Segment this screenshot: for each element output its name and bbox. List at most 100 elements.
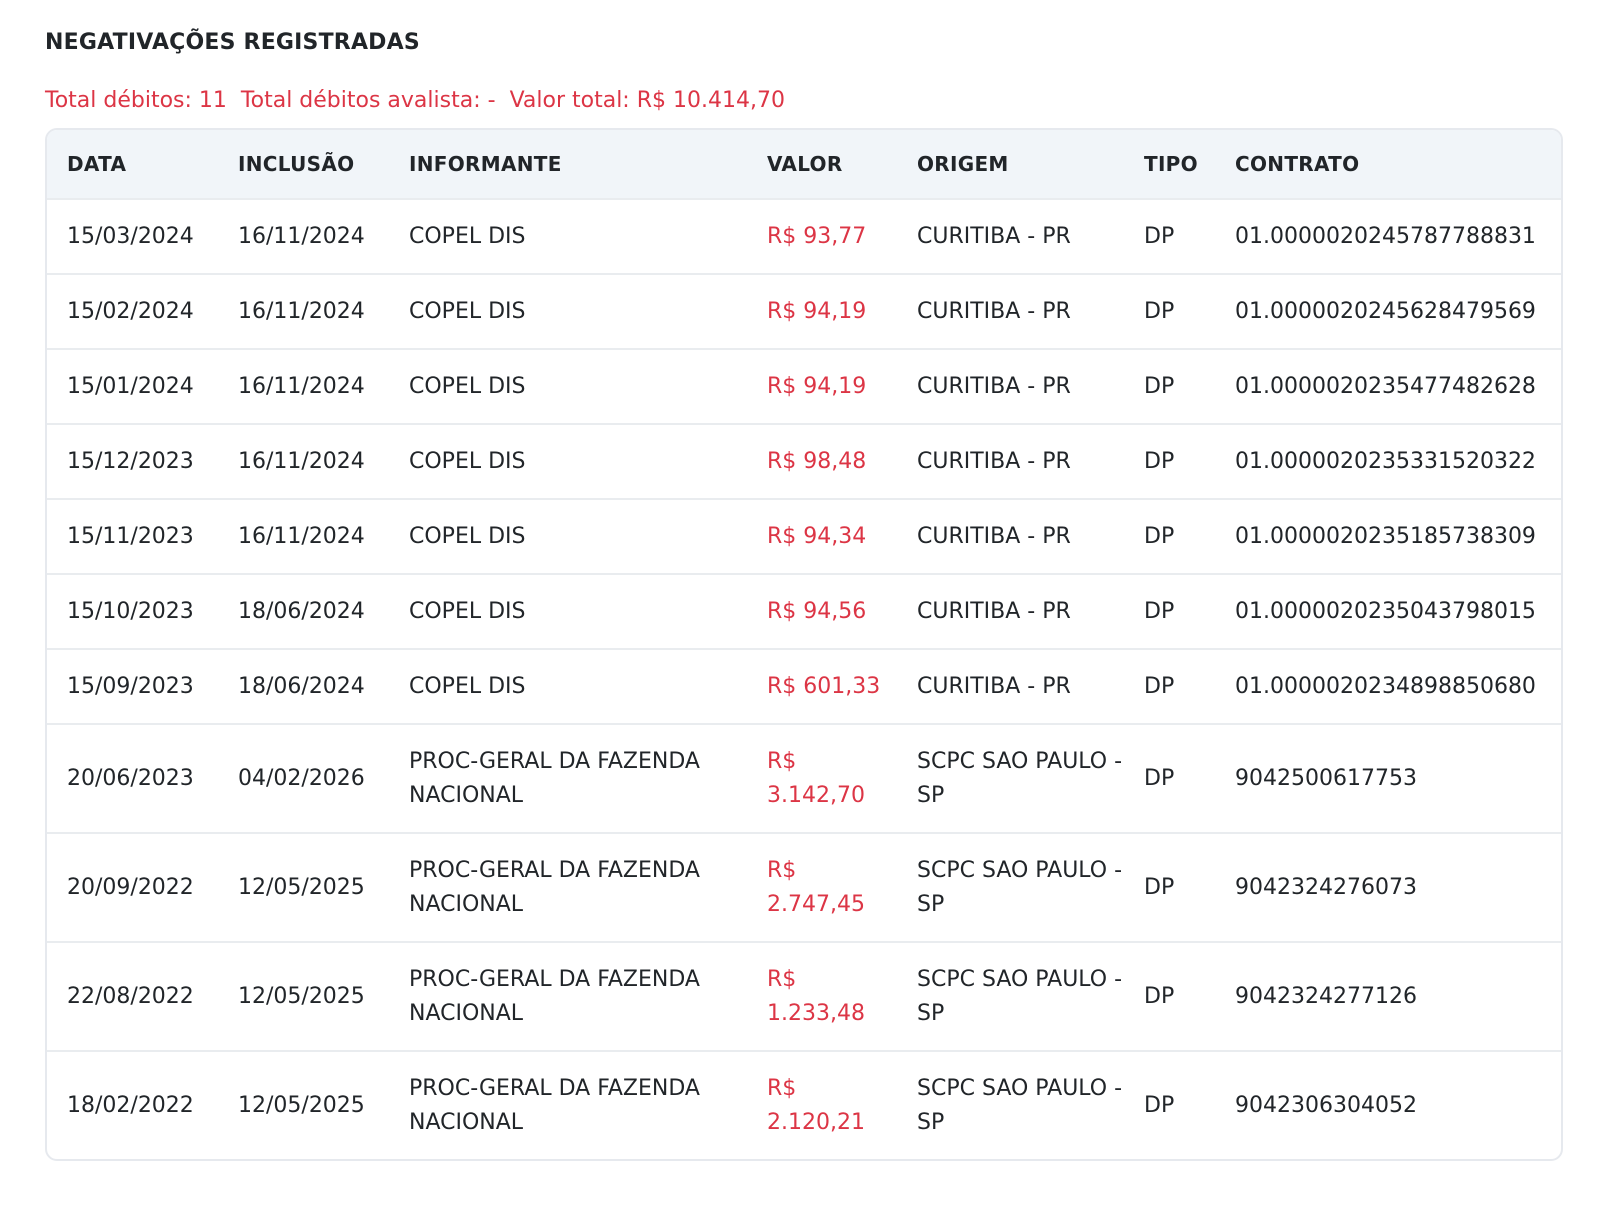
cell-origem: CURITIBA - PR xyxy=(897,498,1124,574)
cell-inclusao: 12/05/2025 xyxy=(218,832,389,942)
cell-tipo: DP xyxy=(1124,941,1215,1051)
cell-informante: PROC-GERAL DA FAZENDA NACIONAL xyxy=(389,1050,747,1159)
cell-inclusao: 04/02/2026 xyxy=(218,723,389,833)
table-row: 22/08/2022 12/05/2025 PROC-GERAL DA FAZEND… xyxy=(47,941,1561,1051)
cell-origem: CURITIBA - PR xyxy=(897,348,1124,424)
table-row: 20/06/2023 04/02/2026 PROC-GERAL DA FAZEND… xyxy=(47,723,1561,833)
cell-contrato: 01.0000020245628479569 xyxy=(1215,273,1561,349)
cell-contrato: 9042324277126 xyxy=(1215,941,1561,1051)
cell-origem: CURITIBA - PR xyxy=(897,573,1124,649)
cell-contrato: 9042306304052 xyxy=(1215,1050,1561,1159)
total-debitos-label: Total débitos: xyxy=(45,88,192,113)
cell-inclusao: 16/11/2024 xyxy=(218,423,389,499)
column-header-inclusao: INCLUSÃO xyxy=(238,152,355,176)
cell-data: 15/11/2023 xyxy=(47,498,218,574)
cell-tipo: DP xyxy=(1124,1050,1215,1159)
cell-contrato: 01.0000020235331520322 xyxy=(1215,423,1561,499)
valor-total-label: Valor total: xyxy=(509,88,630,113)
total-avalista-value: - xyxy=(487,88,496,113)
negativacoes-table-container: DATA INCLUSÃO INFORMANTE VALOR ORIGEM TIPO CON… xyxy=(45,128,1563,1161)
cell-informante: COPEL DIS xyxy=(389,273,747,349)
cell-contrato: 01.0000020234898850680 xyxy=(1215,648,1561,724)
column-header-valor: VALOR xyxy=(767,152,843,176)
page: NEGATIVAÇÕES REGISTRADAS Total débitos: … xyxy=(0,0,1600,1232)
cell-data: 18/02/2022 xyxy=(47,1050,218,1159)
table-row: 20/09/2022 12/05/2025 PROC-GERAL DA FAZEND… xyxy=(47,832,1561,942)
total-avalista-label: Total débitos avalista: xyxy=(240,88,481,113)
cell-valor: R$ 94,19 xyxy=(747,348,897,424)
cell-valor: R$ 601,33 xyxy=(747,648,897,724)
cell-valor: R$ 2.120,21 xyxy=(747,1050,897,1159)
cell-data: 15/03/2024 xyxy=(47,198,218,274)
cell-tipo: DP xyxy=(1124,423,1215,499)
cell-origem: CURITIBA - PR xyxy=(897,648,1124,724)
cell-inclusao: 18/06/2024 xyxy=(218,573,389,649)
cell-data: 20/09/2022 xyxy=(47,832,218,942)
cell-inclusao: 18/06/2024 xyxy=(218,648,389,724)
cell-informante: PROC-GERAL DA FAZENDA NACIONAL xyxy=(389,832,747,942)
valor-total-value: R$ 10.414,70 xyxy=(636,88,785,113)
cell-data: 15/01/2024 xyxy=(47,348,218,424)
cell-tipo: DP xyxy=(1124,573,1215,649)
cell-data: 15/12/2023 xyxy=(47,423,218,499)
cell-origem: SCPC SAO PAULO - SP xyxy=(897,941,1124,1051)
summary-line: Total débitos: 11 Total débitos avalista… xyxy=(45,84,1555,118)
table-header: DATA INCLUSÃO INFORMANTE VALOR ORIGEM TIPO CON… xyxy=(47,130,1561,199)
column-header-tipo: TIPO xyxy=(1144,152,1198,176)
cell-inclusao: 16/11/2024 xyxy=(218,498,389,574)
cell-contrato: 9042500617753 xyxy=(1215,723,1561,833)
cell-tipo: DP xyxy=(1124,648,1215,724)
table-row: 15/11/2023 16/11/2024 COPEL DIS R$ 94,34 CUR… xyxy=(47,498,1561,574)
cell-informante: COPEL DIS xyxy=(389,423,747,499)
cell-origem: CURITIBA - PR xyxy=(897,423,1124,499)
cell-informante: COPEL DIS xyxy=(389,573,747,649)
cell-contrato: 01.0000020235477482628 xyxy=(1215,348,1561,424)
cell-informante: COPEL DIS xyxy=(389,498,747,574)
column-header-data: DATA xyxy=(67,152,127,176)
cell-contrato: 9042324276073 xyxy=(1215,832,1561,942)
cell-tipo: DP xyxy=(1124,723,1215,833)
cell-informante: PROC-GERAL DA FAZENDA NACIONAL xyxy=(389,723,747,833)
cell-informante: COPEL DIS xyxy=(389,648,747,724)
cell-tipo: DP xyxy=(1124,273,1215,349)
cell-data: 15/09/2023 xyxy=(47,648,218,724)
table-body: 15/03/2024 16/11/2024 COPEL DIS R$ 93,77 CUR… xyxy=(47,198,1561,1159)
cell-data: 15/02/2024 xyxy=(47,273,218,349)
table-row: 15/10/2023 18/06/2024 COPEL DIS R$ 94,56 CUR… xyxy=(47,573,1561,649)
cell-data: 20/06/2023 xyxy=(47,723,218,833)
table-row: 15/09/2023 18/06/2024 COPEL DIS R$ 601,33 CU… xyxy=(47,648,1561,724)
cell-informante: COPEL DIS xyxy=(389,198,747,274)
table-row: 18/02/2022 12/05/2025 PROC-GERAL DA FAZEND… xyxy=(47,1050,1561,1159)
cell-valor: R$ 98,48 xyxy=(747,423,897,499)
cell-inclusao: 16/11/2024 xyxy=(218,273,389,349)
cell-valor: R$ 2.747,45 xyxy=(747,832,897,942)
cell-valor: R$ 3.142,70 xyxy=(747,723,897,833)
table-row: 15/02/2024 16/11/2024 COPEL DIS R$ 94,19 CUR… xyxy=(47,273,1561,349)
cell-valor: R$ 93,77 xyxy=(747,198,897,274)
cell-tipo: DP xyxy=(1124,348,1215,424)
cell-informante: COPEL DIS xyxy=(389,348,747,424)
table-header-row: DATA INCLUSÃO INFORMANTE VALOR ORIGEM TIPO CON… xyxy=(47,130,1561,199)
cell-data: 15/10/2023 xyxy=(47,573,218,649)
cell-contrato: 01.0000020235185738309 xyxy=(1215,498,1561,574)
cell-inclusao: 12/05/2025 xyxy=(218,941,389,1051)
total-debitos-value: 11 xyxy=(198,88,227,113)
cell-origem: CURITIBA - PR xyxy=(897,198,1124,274)
cell-inclusao: 12/05/2025 xyxy=(218,1050,389,1159)
cell-tipo: DP xyxy=(1124,498,1215,574)
cell-valor: R$ 94,19 xyxy=(747,273,897,349)
table-row: 15/03/2024 16/11/2024 COPEL DIS R$ 93,77 CUR… xyxy=(47,198,1561,274)
cell-contrato: 01.0000020245787788831 xyxy=(1215,198,1561,274)
cell-tipo: DP xyxy=(1124,832,1215,942)
table-row: 15/01/2024 16/11/2024 COPEL DIS R$ 94,19 CUR… xyxy=(47,348,1561,424)
cell-informante: PROC-GERAL DA FAZENDA NACIONAL xyxy=(389,941,747,1051)
column-header-origem: ORIGEM xyxy=(917,152,1009,176)
negativacoes-table: DATA INCLUSÃO INFORMANTE VALOR ORIGEM TIPO CON… xyxy=(47,130,1561,1159)
cell-contrato: 01.0000020235043798015 xyxy=(1215,573,1561,649)
cell-origem: SCPC SAO PAULO - SP xyxy=(897,832,1124,942)
cell-tipo: DP xyxy=(1124,198,1215,274)
table-row: 15/12/2023 16/11/2024 COPEL DIS R$ 98,48 CUR… xyxy=(47,423,1561,499)
cell-origem: SCPC SAO PAULO - SP xyxy=(897,1050,1124,1159)
cell-valor: R$ 94,56 xyxy=(747,573,897,649)
column-header-informante: INFORMANTE xyxy=(409,152,562,176)
